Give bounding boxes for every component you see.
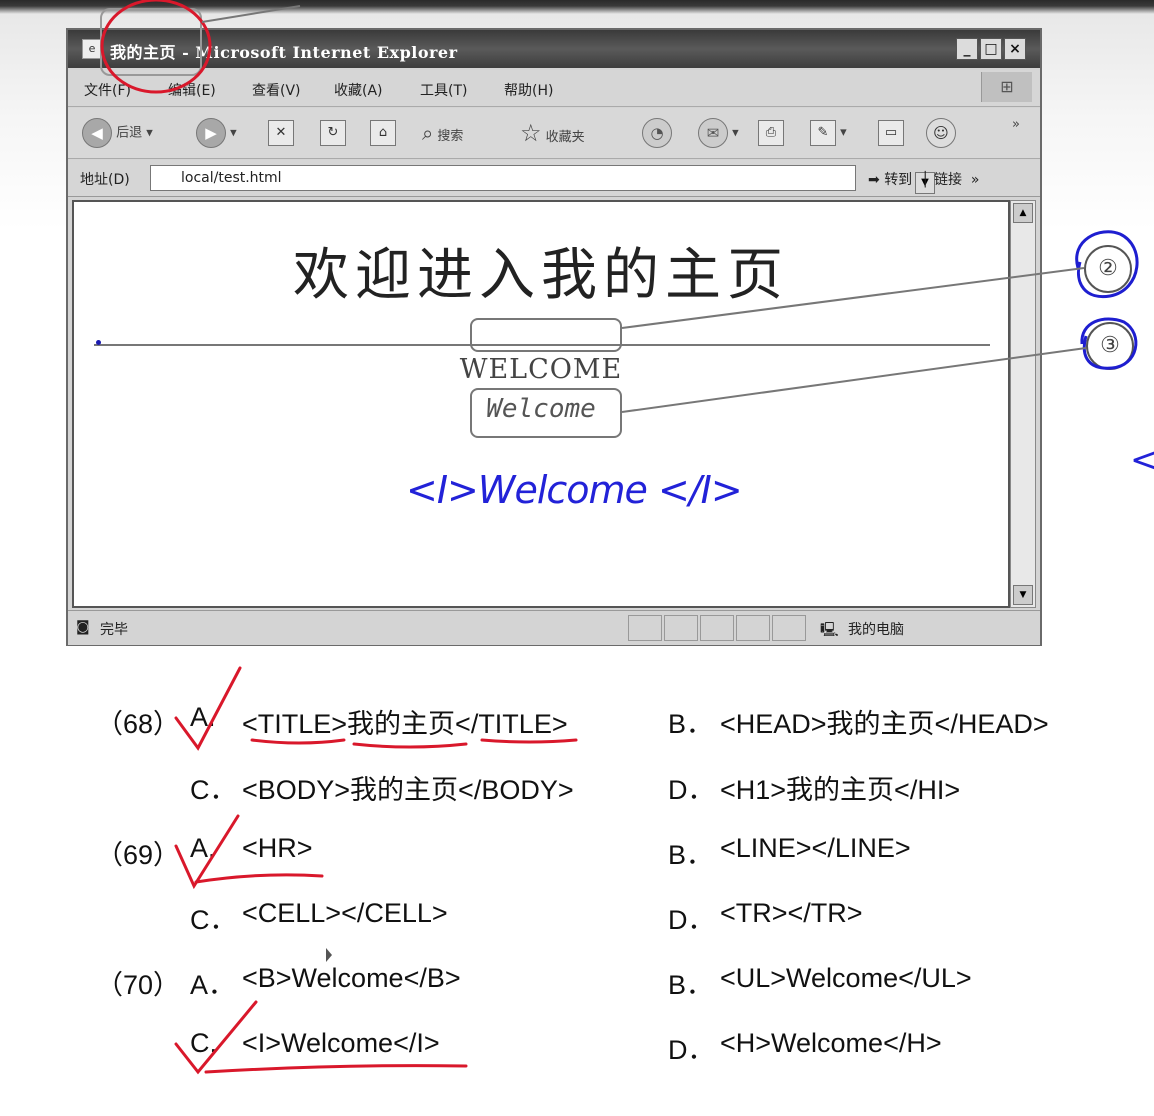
annotation-layer	[100, 0, 1139, 1075]
red-underline-title-open	[250, 738, 346, 745]
leader-line-3	[621, 347, 1087, 413]
callout-line-title	[201, 5, 301, 23]
blue-circle-callout-3	[1080, 317, 1138, 370]
red-check-68	[174, 666, 242, 751]
red-check-70	[174, 1000, 258, 1075]
red-underline-hr	[194, 873, 324, 884]
red-underline-text	[352, 742, 468, 749]
blue-circle-callout-2	[1075, 230, 1139, 299]
leader-line-2	[621, 267, 1085, 329]
red-underline-i	[204, 1064, 468, 1074]
red-underline-title-close	[480, 738, 578, 744]
red-check-69	[174, 814, 240, 890]
red-circle-title	[100, 0, 212, 94]
